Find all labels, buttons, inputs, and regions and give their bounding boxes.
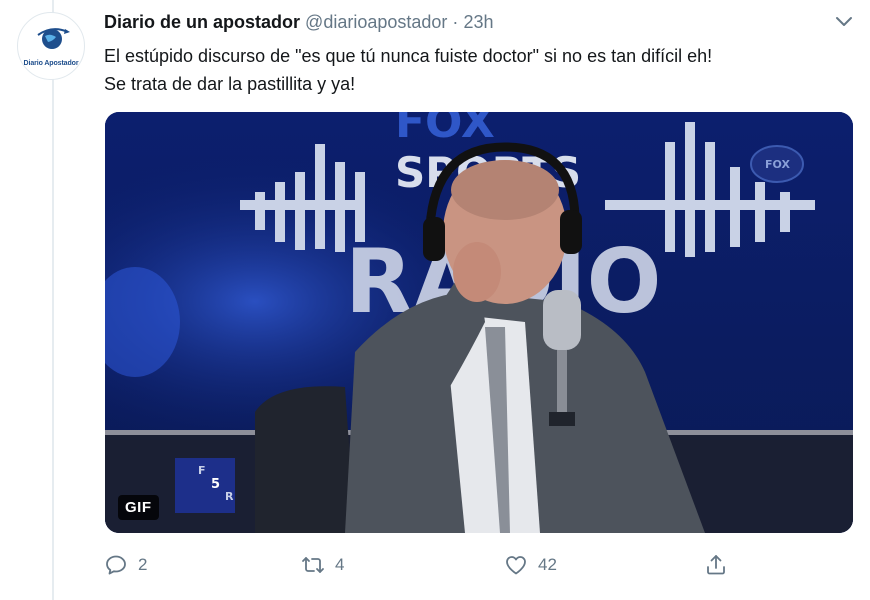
like-count: 42 [538, 555, 557, 574]
reply-icon [106, 555, 126, 575]
desk-logo-letter: 5 [211, 477, 220, 492]
share-icon [707, 555, 725, 575]
avatar[interactable]: Diario Apostador [17, 12, 85, 80]
gif-frame-image: FOX SPORTS RADIO FOX F 5 R [105, 112, 853, 533]
like-button[interactable]: 42 [504, 548, 557, 582]
user-handle[interactable]: @diarioapostador [305, 12, 447, 32]
desk-logo-letter: F [198, 464, 206, 477]
avatar-logo-text: Diario Apostador [23, 60, 79, 67]
thread-line [52, 0, 54, 600]
tweet-text-line: El estúpido discurso de "es que tú nunca… [104, 46, 713, 66]
tweet-header: Diario de un apostador @diarioapostador … [104, 12, 493, 36]
reply-button[interactable]: 2 [104, 548, 147, 582]
tweet-text-line: Se trata de dar la pastillita y ya! [104, 74, 356, 94]
retweet-icon [302, 557, 324, 573]
corner-logo-text: FOX [765, 158, 790, 171]
globe-logo-icon [37, 28, 70, 49]
fox-logo-text: FOX [395, 112, 495, 148]
tweet-text: El estúpido discurso de "es que tú nunca… [104, 42, 864, 98]
heart-icon [506, 556, 526, 575]
display-name[interactable]: Diario de un apostador [104, 12, 300, 32]
more-options-button[interactable] [833, 12, 855, 32]
gif-media[interactable]: FOX SPORTS RADIO FOX F 5 R GIF [105, 112, 853, 533]
separator-dot: · [452, 12, 459, 32]
reply-count: 2 [138, 555, 148, 574]
timestamp[interactable]: 23h [463, 12, 493, 32]
chevron-down-icon [836, 17, 852, 26]
retweet-button[interactable]: 4 [301, 548, 344, 582]
share-button[interactable] [704, 548, 728, 582]
desk-logo-letter: R [225, 490, 234, 503]
gif-badge: GIF [118, 495, 159, 520]
retweet-count: 4 [335, 555, 345, 574]
tweet-actions: 2 4 42 [104, 548, 744, 582]
